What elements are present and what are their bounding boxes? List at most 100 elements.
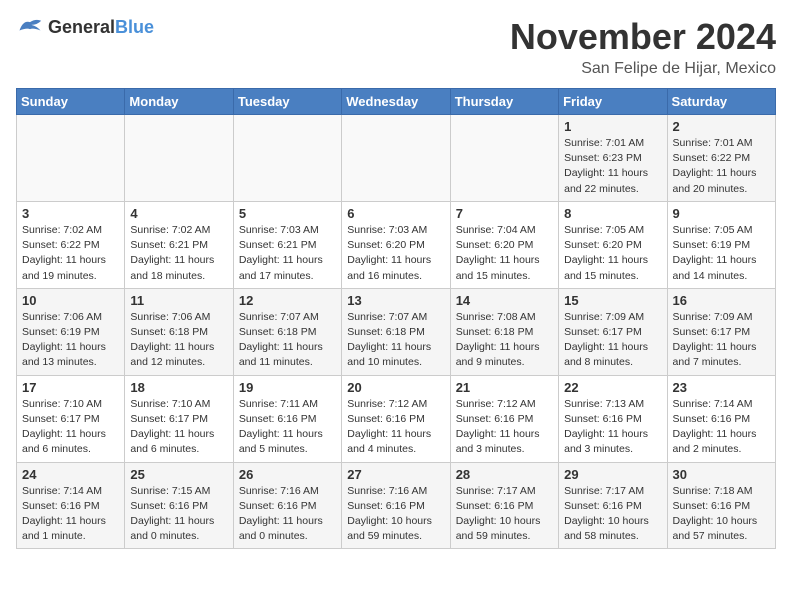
day-info: Sunrise: 7:09 AM Sunset: 6:17 PM Dayligh…	[673, 310, 770, 371]
calendar-cell: 15Sunrise: 7:09 AM Sunset: 6:17 PM Dayli…	[559, 288, 667, 375]
day-number: 18	[130, 380, 227, 395]
day-number: 16	[673, 293, 770, 308]
header-monday: Monday	[125, 89, 233, 115]
day-number: 28	[456, 467, 553, 482]
logo-general: General	[48, 17, 115, 37]
calendar-cell: 16 Sunrise: 7:09 AM Sunset: 6:17 PM Dayli…	[667, 288, 775, 375]
day-info: Sunrise: 7:07 AM Sunset: 6:18 PM Dayligh…	[347, 310, 444, 371]
day-number: 5	[239, 206, 336, 221]
day-number: 25	[130, 467, 227, 482]
day-number: 11	[130, 293, 227, 308]
day-number: 14	[456, 293, 553, 308]
day-info: Sunrise: 7:14 AM Sunset: 6:16 PM Dayligh…	[22, 484, 119, 545]
day-info: Sunrise: 7:03 AM Sunset: 6:20 PM Dayligh…	[347, 223, 444, 284]
title-block: November 2024 San Felipe de Hijar, Mexic…	[510, 16, 776, 78]
calendar-cell: 13 Sunrise: 7:07 AM Sunset: 6:18 PM Dayli…	[342, 288, 450, 375]
week-row-5: 24 Sunrise: 7:14 AM Sunset: 6:16 PM Dayli…	[17, 462, 776, 549]
day-info: Sunrise: 7:12 AM Sunset: 6:16 PM Dayligh…	[347, 397, 444, 458]
header-saturday: Saturday	[667, 89, 775, 115]
day-number: 7	[456, 206, 553, 221]
calendar-cell: 19 Sunrise: 7:11 AM Sunset: 6:16 PM Dayli…	[233, 375, 341, 462]
day-number: 1	[564, 119, 661, 134]
day-info: Sunrise: 7:07 AM Sunset: 6:18 PM Dayligh…	[239, 310, 336, 371]
day-number: 12	[239, 293, 336, 308]
calendar-cell: 24 Sunrise: 7:14 AM Sunset: 6:16 PM Dayli…	[17, 462, 125, 549]
day-info: Sunrise: 7:02 AM Sunset: 6:22 PM Dayligh…	[22, 223, 119, 284]
day-number: 8	[564, 206, 661, 221]
page-header: GeneralBlue November 2024 San Felipe de …	[16, 16, 776, 78]
calendar-cell: 9 Sunrise: 7:05 AM Sunset: 6:19 PM Daylig…	[667, 201, 775, 288]
day-number: 17	[22, 380, 119, 395]
calendar-cell: 14 Sunrise: 7:08 AM Sunset: 6:18 PM Dayli…	[450, 288, 558, 375]
day-info: Sunrise: 7:08 AM Sunset: 6:18 PM Dayligh…	[456, 310, 553, 371]
calendar-cell: 12 Sunrise: 7:07 AM Sunset: 6:18 PM Dayli…	[233, 288, 341, 375]
header-tuesday: Tuesday	[233, 89, 341, 115]
day-number: 22	[564, 380, 661, 395]
day-number: 29	[564, 467, 661, 482]
calendar-cell	[450, 115, 558, 202]
week-row-4: 17 Sunrise: 7:10 AM Sunset: 6:17 PM Dayli…	[17, 375, 776, 462]
calendar-cell: 4 Sunrise: 7:02 AM Sunset: 6:21 PM Daylig…	[125, 201, 233, 288]
calendar-cell	[342, 115, 450, 202]
calendar-cell: 17Sunrise: 7:10 AM Sunset: 6:17 PM Dayli…	[17, 375, 125, 462]
day-info: Sunrise: 7:11 AM Sunset: 6:16 PM Dayligh…	[239, 397, 336, 458]
header-thursday: Thursday	[450, 89, 558, 115]
day-info: Sunrise: 7:15 AM Sunset: 6:16 PM Dayligh…	[130, 484, 227, 545]
day-number: 3	[22, 206, 119, 221]
day-number: 26	[239, 467, 336, 482]
day-info: Sunrise: 7:14 AM Sunset: 6:16 PM Dayligh…	[673, 397, 770, 458]
month-title: November 2024	[510, 16, 776, 58]
calendar-cell: 20 Sunrise: 7:12 AM Sunset: 6:16 PM Dayli…	[342, 375, 450, 462]
logo: GeneralBlue	[16, 16, 154, 38]
day-number: 24	[22, 467, 119, 482]
day-info: Sunrise: 7:05 AM Sunset: 6:19 PM Dayligh…	[673, 223, 770, 284]
calendar-cell: 11 Sunrise: 7:06 AM Sunset: 6:18 PM Dayli…	[125, 288, 233, 375]
logo-bird-icon	[16, 16, 44, 38]
calendar-cell: 6 Sunrise: 7:03 AM Sunset: 6:20 PM Daylig…	[342, 201, 450, 288]
day-info: Sunrise: 7:09 AM Sunset: 6:17 PM Dayligh…	[564, 310, 661, 371]
day-info: Sunrise: 7:17 AM Sunset: 6:16 PM Dayligh…	[564, 484, 661, 545]
day-number: 6	[347, 206, 444, 221]
day-info: Sunrise: 7:05 AM Sunset: 6:20 PM Dayligh…	[564, 223, 661, 284]
calendar-cell: 18 Sunrise: 7:10 AM Sunset: 6:17 PM Dayli…	[125, 375, 233, 462]
day-number: 2	[673, 119, 770, 134]
day-info: Sunrise: 7:06 AM Sunset: 6:19 PM Dayligh…	[22, 310, 119, 371]
calendar-cell	[233, 115, 341, 202]
calendar-cell: 22 Sunrise: 7:13 AM Sunset: 6:16 PM Dayli…	[559, 375, 667, 462]
day-number: 10	[22, 293, 119, 308]
day-info: Sunrise: 7:03 AM Sunset: 6:21 PM Dayligh…	[239, 223, 336, 284]
day-number: 21	[456, 380, 553, 395]
day-info: Sunrise: 7:10 AM Sunset: 6:17 PM Dayligh…	[130, 397, 227, 458]
day-number: 9	[673, 206, 770, 221]
calendar-cell	[17, 115, 125, 202]
calendar-cell: 7 Sunrise: 7:04 AM Sunset: 6:20 PM Daylig…	[450, 201, 558, 288]
day-number: 20	[347, 380, 444, 395]
header-wednesday: Wednesday	[342, 89, 450, 115]
day-info: Sunrise: 7:18 AM Sunset: 6:16 PM Dayligh…	[673, 484, 770, 545]
week-row-3: 10 Sunrise: 7:06 AM Sunset: 6:19 PM Dayli…	[17, 288, 776, 375]
header-friday: Friday	[559, 89, 667, 115]
day-number: 4	[130, 206, 227, 221]
day-info: Sunrise: 7:04 AM Sunset: 6:20 PM Dayligh…	[456, 223, 553, 284]
day-info: Sunrise: 7:02 AM Sunset: 6:21 PM Dayligh…	[130, 223, 227, 284]
calendar-cell: 10 Sunrise: 7:06 AM Sunset: 6:19 PM Dayli…	[17, 288, 125, 375]
day-info: Sunrise: 7:13 AM Sunset: 6:16 PM Dayligh…	[564, 397, 661, 458]
day-number: 30	[673, 467, 770, 482]
day-info: Sunrise: 7:16 AM Sunset: 6:16 PM Dayligh…	[347, 484, 444, 545]
calendar-cell: 3 Sunrise: 7:02 AM Sunset: 6:22 PM Daylig…	[17, 201, 125, 288]
day-info: Sunrise: 7:01 AM Sunset: 6:22 PM Dayligh…	[673, 136, 770, 197]
calendar-cell: 27 Sunrise: 7:16 AM Sunset: 6:16 PM Dayli…	[342, 462, 450, 549]
day-info: Sunrise: 7:06 AM Sunset: 6:18 PM Dayligh…	[130, 310, 227, 371]
day-number: 19	[239, 380, 336, 395]
week-row-2: 3 Sunrise: 7:02 AM Sunset: 6:22 PM Daylig…	[17, 201, 776, 288]
week-row-1: 1Sunrise: 7:01 AM Sunset: 6:23 PM Daylig…	[17, 115, 776, 202]
day-number: 23	[673, 380, 770, 395]
day-number: 27	[347, 467, 444, 482]
calendar-cell	[125, 115, 233, 202]
calendar-cell: 23 Sunrise: 7:14 AM Sunset: 6:16 PM Dayli…	[667, 375, 775, 462]
calendar-cell: 1Sunrise: 7:01 AM Sunset: 6:23 PM Daylig…	[559, 115, 667, 202]
header-row: SundayMondayTuesdayWednesdayThursdayFrid…	[17, 89, 776, 115]
header-sunday: Sunday	[17, 89, 125, 115]
day-info: Sunrise: 7:16 AM Sunset: 6:16 PM Dayligh…	[239, 484, 336, 545]
day-number: 13	[347, 293, 444, 308]
